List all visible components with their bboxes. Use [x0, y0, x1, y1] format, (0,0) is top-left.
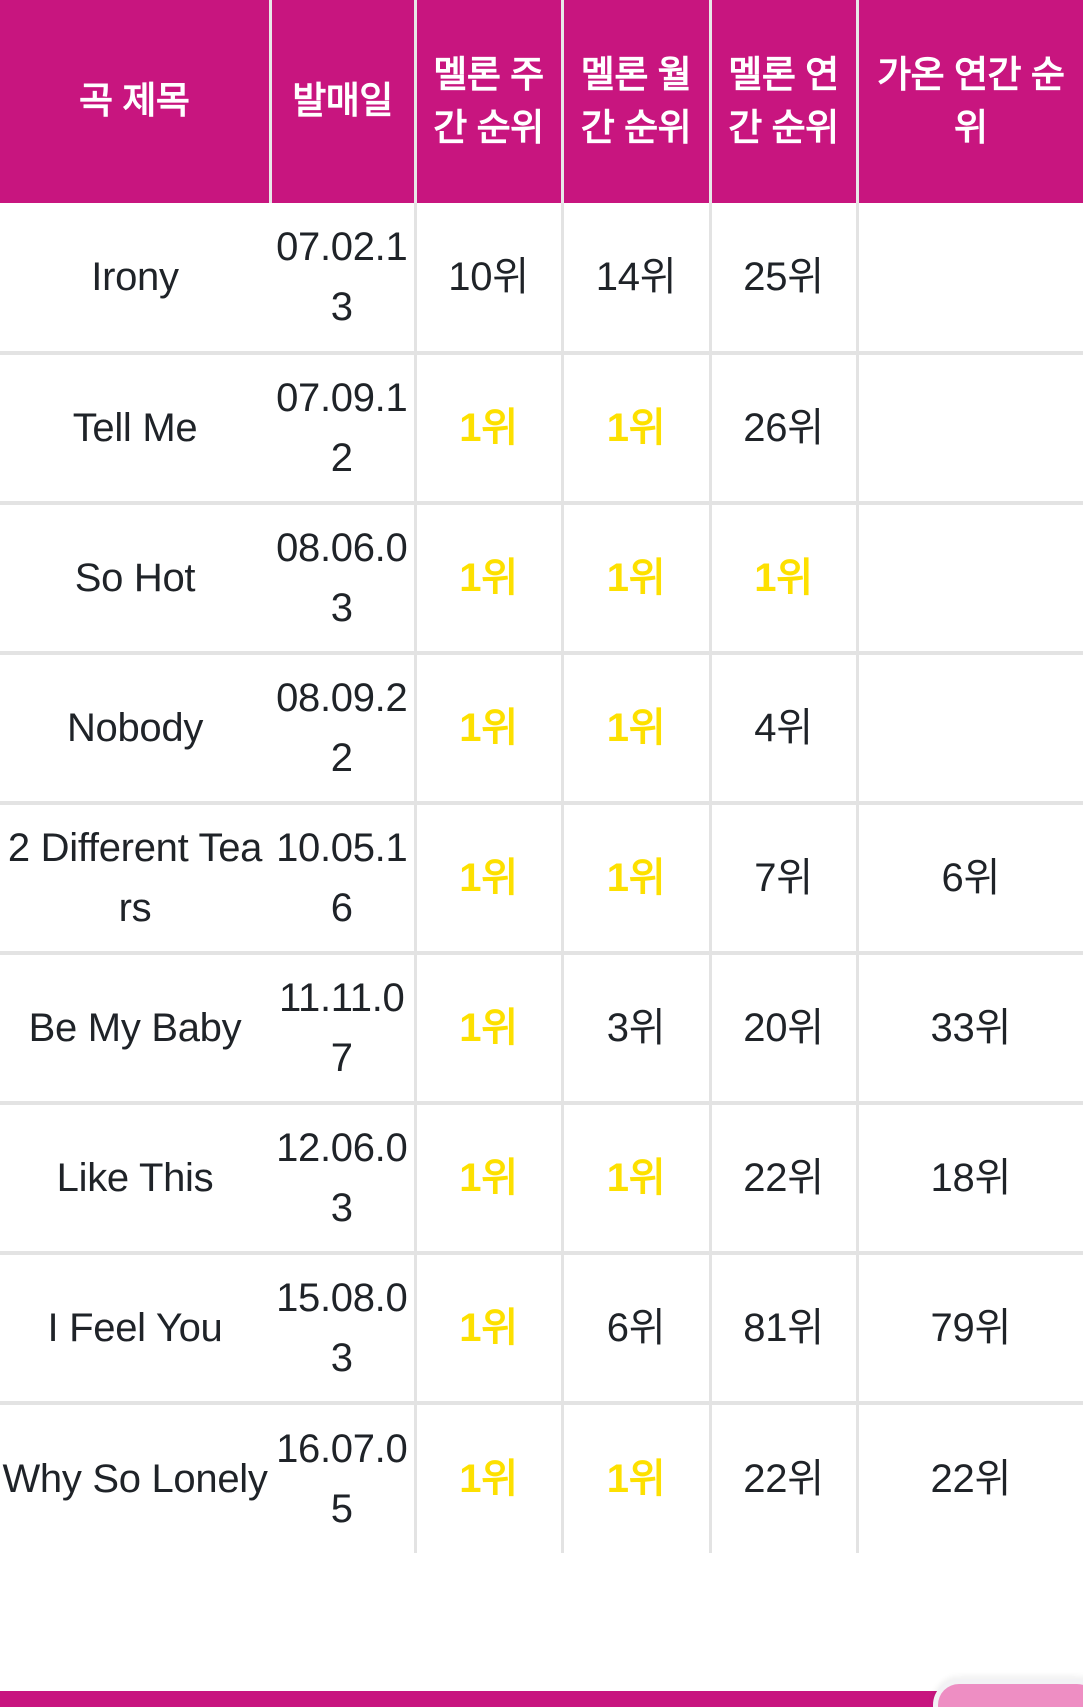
table-row: Be My Baby 11.11.07 1위 3위 20위 33위: [0, 953, 1083, 1105]
melon-yearly-rank-cell: 20위: [710, 953, 859, 1105]
table-header: 곡 제목 발매일 멜론 주간 순위 멜론 월간 순위 멜론 연간 순위 가온 연…: [0, 0, 1083, 203]
release-date-cell: 07.09.12: [270, 353, 417, 505]
melon-yearly-rank-cell: 81위: [710, 1253, 859, 1405]
song-title-cell: Irony: [0, 203, 270, 355]
column-header-melon-monthly-rank: 멜론 월간 순위: [562, 0, 712, 203]
melon-monthly-rank-cell: 1위: [562, 1403, 712, 1553]
gaon-yearly-rank-cell: 79위: [857, 1253, 1083, 1405]
song-title-cell: 2 Different Tears: [0, 803, 270, 955]
table-row: Tell Me 07.09.12 1위 1위 26위: [0, 353, 1083, 505]
melon-weekly-rank-cell: 1위: [415, 1103, 564, 1255]
footer-accent-bar: [0, 1691, 1083, 1707]
melon-monthly-rank-cell: 1위: [562, 353, 712, 505]
release-date-cell: 15.08.03: [270, 1253, 417, 1405]
song-title-cell: So Hot: [0, 503, 270, 655]
melon-yearly-rank-cell: 7위: [710, 803, 859, 955]
chart-rankings-table: 곡 제목 발매일 멜론 주간 순위 멜론 월간 순위 멜론 연간 순위 가온 연…: [0, 0, 1083, 1553]
release-date-cell: 08.06.03: [270, 503, 417, 655]
melon-weekly-rank-cell: 1위: [415, 953, 564, 1105]
melon-yearly-rank-cell: 22위: [710, 1403, 859, 1553]
table-row: I Feel You 15.08.03 1위 6위 81위 79위: [0, 1253, 1083, 1405]
gaon-yearly-rank-cell: 33위: [857, 953, 1083, 1105]
melon-monthly-rank-cell: 3위: [562, 953, 712, 1105]
melon-monthly-rank-cell: 1위: [562, 1103, 712, 1255]
release-date-cell: 08.09.22: [270, 653, 417, 805]
melon-monthly-rank-cell: 14위: [562, 203, 712, 355]
song-title-cell: Be My Baby: [0, 953, 270, 1105]
melon-yearly-rank-cell: 25위: [710, 203, 859, 355]
column-header-song-title: 곡 제목: [0, 0, 272, 203]
release-date-cell: 16.07.05: [270, 1403, 417, 1553]
song-title-cell: Nobody: [0, 653, 270, 805]
melon-monthly-rank-cell: 1위: [562, 503, 712, 655]
melon-weekly-rank-cell: 1위: [415, 353, 564, 505]
column-header-melon-weekly-rank: 멜론 주간 순위: [415, 0, 564, 203]
melon-weekly-rank-cell: 1위: [415, 1403, 564, 1553]
gaon-yearly-rank-cell: 22위: [857, 1403, 1083, 1553]
release-date-cell: 11.11.07: [270, 953, 417, 1105]
melon-monthly-rank-cell: 6위: [562, 1253, 712, 1405]
table-row: Irony 07.02.13 10위 14위 25위: [0, 203, 1083, 355]
melon-weekly-rank-cell: 1위: [415, 803, 564, 955]
table-row: Like This 12.06.03 1위 1위 22위 18위: [0, 1103, 1083, 1255]
release-date-cell: 12.06.03: [270, 1103, 417, 1255]
column-header-release-date: 발매일: [270, 0, 417, 203]
table-row: 2 Different Tears 10.05.16 1위 1위 7위 6위: [0, 803, 1083, 955]
melon-monthly-rank-cell: 1위: [562, 803, 712, 955]
floating-tab-chip[interactable]: [933, 1679, 1083, 1707]
melon-yearly-rank-cell: 22위: [710, 1103, 859, 1255]
melon-weekly-rank-cell: 1위: [415, 653, 564, 805]
gaon-yearly-rank-cell: [857, 353, 1083, 505]
table-page: 곡 제목 발매일 멜론 주간 순위 멜론 월간 순위 멜론 연간 순위 가온 연…: [0, 0, 1083, 1707]
table-body: Irony 07.02.13 10위 14위 25위 Tell Me 07.09.12 1위 1…: [0, 203, 1083, 1553]
song-title-cell: Why So Lonely: [0, 1403, 270, 1553]
gaon-yearly-rank-cell: 18위: [857, 1103, 1083, 1255]
melon-weekly-rank-cell: 1위: [415, 1253, 564, 1405]
song-title-cell: I Feel You: [0, 1253, 270, 1405]
melon-weekly-rank-cell: 10위: [415, 203, 564, 355]
song-title-cell: Like This: [0, 1103, 270, 1255]
column-header-gaon-yearly-rank: 가온 연간 순위: [857, 0, 1083, 203]
release-date-cell: 10.05.16: [270, 803, 417, 955]
table-row: Why So Lonely 16.07.05 1위 1위 22위 22위: [0, 1403, 1083, 1553]
release-date-cell: 07.02.13: [270, 203, 417, 355]
melon-weekly-rank-cell: 1위: [415, 503, 564, 655]
melon-yearly-rank-cell: 4위: [710, 653, 859, 805]
song-title-cell: Tell Me: [0, 353, 270, 505]
gaon-yearly-rank-cell: [857, 653, 1083, 805]
melon-yearly-rank-cell: 1위: [710, 503, 859, 655]
table-row: Nobody 08.09.22 1위 1위 4위: [0, 653, 1083, 805]
melon-monthly-rank-cell: 1위: [562, 653, 712, 805]
header-row: 곡 제목 발매일 멜론 주간 순위 멜론 월간 순위 멜론 연간 순위 가온 연…: [0, 0, 1083, 203]
gaon-yearly-rank-cell: [857, 503, 1083, 655]
column-header-melon-yearly-rank: 멜론 연간 순위: [710, 0, 859, 203]
gaon-yearly-rank-cell: 6위: [857, 803, 1083, 955]
table-row: So Hot 08.06.03 1위 1위 1위: [0, 503, 1083, 655]
melon-yearly-rank-cell: 26위: [710, 353, 859, 505]
gaon-yearly-rank-cell: [857, 203, 1083, 355]
